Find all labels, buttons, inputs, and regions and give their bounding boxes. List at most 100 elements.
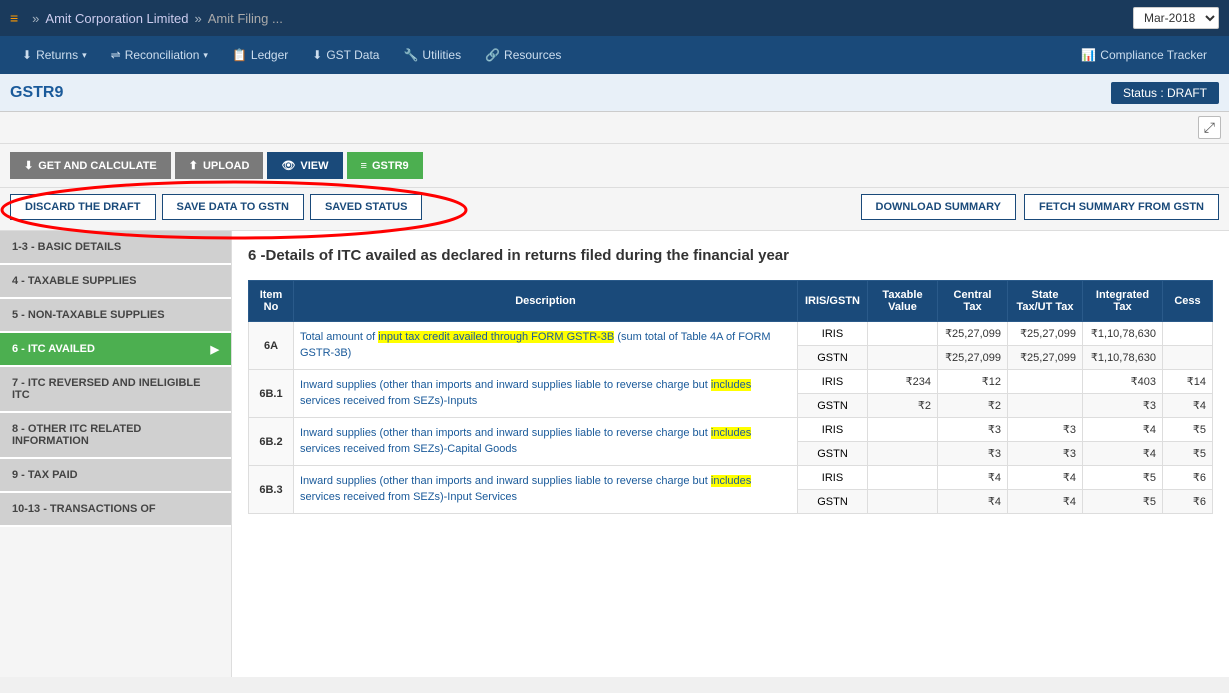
cell-gstn-6b3: GSTN bbox=[798, 490, 868, 514]
cell-cess-6b2-gstn: ₹5 bbox=[1163, 442, 1213, 466]
cell-item-6a: 6A bbox=[249, 322, 294, 370]
sidebar-item-itc-reversed[interactable]: 7 - ITC REVERSED AND INELIGIBLE ITC bbox=[0, 367, 231, 413]
cell-cess-6a-gstn bbox=[1163, 346, 1213, 370]
returns-arrow-icon: ▾ bbox=[82, 50, 87, 61]
nav-gst-data[interactable]: ⬇ GST Data bbox=[300, 40, 391, 70]
cell-integrated-6a-gstn: ₹1,10,78,630 bbox=[1083, 346, 1163, 370]
nav-returns-label: Returns bbox=[36, 48, 78, 62]
sidebar-item-other-itc[interactable]: 8 - OTHER ITC RELATED INFORMATION bbox=[0, 413, 231, 459]
sidebar-item-basic-details[interactable]: 1-3 - BASIC DETAILS bbox=[0, 231, 231, 265]
cell-taxable-6b3-iris bbox=[868, 466, 938, 490]
action-row1: ⬇ GET AND CALCULATE ⬆ UPLOAD 👁 VIEW ≡ GS… bbox=[0, 144, 1229, 188]
cell-iris-6b1: IRIS bbox=[798, 370, 868, 394]
section-title: 6 -Details of ITC availed as declared in… bbox=[248, 247, 1213, 264]
chart-icon: 📊 bbox=[1081, 48, 1096, 62]
gst-data-icon: ⬇ bbox=[312, 48, 322, 62]
cell-central-6a-gstn: ₹25,27,099 bbox=[938, 346, 1008, 370]
cell-gstn-6a: GSTN bbox=[798, 346, 868, 370]
sidebar-item-tax-paid[interactable]: 9 - TAX PAID bbox=[0, 459, 231, 493]
sidebar-item-non-taxable[interactable]: 5 - NON-TAXABLE SUPPLIES bbox=[0, 299, 231, 333]
cell-desc-6b3: Inward supplies (other than imports and … bbox=[294, 466, 798, 514]
cell-iris-6a: IRIS bbox=[798, 322, 868, 346]
nav-utilities-label: Utilities bbox=[422, 48, 461, 62]
oval-button-group: DISCARD THE DRAFT SAVE DATA TO GSTN SAVE… bbox=[10, 194, 422, 220]
table-row: 6A Total amount of input tax credit avai… bbox=[249, 322, 1213, 346]
sidebar: 1-3 - BASIC DETAILS 4 - TAXABLE SUPPLIES… bbox=[0, 231, 232, 677]
cell-integrated-6b3-iris: ₹5 bbox=[1083, 466, 1163, 490]
cell-taxable-6b2-gstn bbox=[868, 442, 938, 466]
gstr9-button[interactable]: ≡ GSTR9 bbox=[347, 152, 423, 179]
saved-status-button[interactable]: SAVED STATUS bbox=[310, 194, 423, 220]
cell-gstn-6b2: GSTN bbox=[798, 442, 868, 466]
table-row: 6B.3 Inward supplies (other than imports… bbox=[249, 466, 1213, 490]
right-action-buttons: DOWNLOAD SUMMARY FETCH SUMMARY FROM GSTN bbox=[861, 194, 1219, 220]
nav-ledger[interactable]: 📋 Ledger bbox=[220, 40, 300, 70]
fetch-summary-button[interactable]: FETCH SUMMARY FROM GSTN bbox=[1024, 194, 1219, 220]
cell-central-6b1-iris: ₹12 bbox=[938, 370, 1008, 394]
cell-integrated-6b1-iris: ₹403 bbox=[1083, 370, 1163, 394]
cell-integrated-6b2-gstn: ₹4 bbox=[1083, 442, 1163, 466]
cell-cess-6b2-iris: ₹5 bbox=[1163, 418, 1213, 442]
cell-desc-6b1: Inward supplies (other than imports and … bbox=[294, 370, 798, 418]
cell-central-6b3-iris: ₹4 bbox=[938, 466, 1008, 490]
content-area: 6 -Details of ITC availed as declared in… bbox=[232, 231, 1229, 677]
table-row: 6B.1 Inward supplies (other than imports… bbox=[249, 370, 1213, 394]
cell-central-6b1-gstn: ₹2 bbox=[938, 394, 1008, 418]
gstr9-title: GSTR9 bbox=[10, 84, 63, 102]
nav-reconciliation-label: Reconciliation bbox=[125, 48, 200, 62]
expand-icon[interactable]: ⤢ bbox=[1198, 116, 1221, 139]
nav-resources[interactable]: 🔗 Resources bbox=[473, 40, 573, 70]
get-calculate-button[interactable]: ⬇ GET AND CALCULATE bbox=[10, 152, 171, 179]
action-row2: DISCARD THE DRAFT SAVE DATA TO GSTN SAVE… bbox=[0, 188, 1229, 231]
sidebar-item-itc-availed[interactable]: 6 - ITC AVAILED ▶ bbox=[0, 333, 231, 367]
active-arrow-icon: ▶ bbox=[211, 343, 219, 356]
cell-central-6b2-iris: ₹3 bbox=[938, 418, 1008, 442]
table-row: 6B.2 Inward supplies (other than imports… bbox=[249, 418, 1213, 442]
nav-utilities[interactable]: 🔧 Utilities bbox=[391, 40, 473, 70]
th-cess: Cess bbox=[1163, 281, 1213, 322]
nav-resources-label: Resources bbox=[504, 48, 561, 62]
discard-draft-button[interactable]: DISCARD THE DRAFT bbox=[10, 194, 156, 220]
sidebar-item-transactions[interactable]: 10-13 - TRANSACTIONS OF bbox=[0, 493, 231, 527]
cell-item-6b2: 6B.2 bbox=[249, 418, 294, 466]
cell-state-6a-iris: ₹25,27,099 bbox=[1008, 322, 1083, 346]
utilities-icon: 🔧 bbox=[403, 48, 418, 62]
cell-integrated-6a-iris: ₹1,10,78,630 bbox=[1083, 322, 1163, 346]
main-layout: 1-3 - BASIC DETAILS 4 - TAXABLE SUPPLIES… bbox=[0, 231, 1229, 677]
cell-central-6b2-gstn: ₹3 bbox=[938, 442, 1008, 466]
period-selector[interactable]: Mar-2018 Feb-2018 Jan-2018 bbox=[1133, 7, 1219, 29]
cell-taxable-6a-gstn bbox=[868, 346, 938, 370]
ledger-icon: 📋 bbox=[232, 48, 247, 62]
cell-taxable-6b2-iris bbox=[868, 418, 938, 442]
th-taxable-value: Taxable Value bbox=[868, 281, 938, 322]
cell-taxable-6b3-gstn bbox=[868, 490, 938, 514]
cell-gstn-6b1: GSTN bbox=[798, 394, 868, 418]
nav-returns[interactable]: ⬇ Returns ▾ bbox=[10, 40, 99, 70]
cell-state-6b3-gstn: ₹4 bbox=[1008, 490, 1083, 514]
nav-ledger-label: Ledger bbox=[251, 48, 288, 62]
sep2: » bbox=[194, 11, 201, 26]
cell-integrated-6b2-iris: ₹4 bbox=[1083, 418, 1163, 442]
nav-gst-data-label: GST Data bbox=[326, 48, 379, 62]
cell-iris-6b3: IRIS bbox=[798, 466, 868, 490]
cell-taxable-6a-iris bbox=[868, 322, 938, 346]
upload-button[interactable]: ⬆ UPLOAD bbox=[175, 152, 264, 179]
view-button[interactable]: 👁 VIEW bbox=[267, 152, 342, 179]
save-data-gstn-button[interactable]: SAVE DATA TO GSTN bbox=[162, 194, 304, 220]
cell-integrated-6b3-gstn: ₹5 bbox=[1083, 490, 1163, 514]
cell-cess-6b1-iris: ₹14 bbox=[1163, 370, 1213, 394]
cell-state-6b1-iris bbox=[1008, 370, 1083, 394]
list-icon: ≡ bbox=[361, 160, 367, 172]
download-icon: ⬇ bbox=[24, 159, 33, 172]
nav-compliance-tracker[interactable]: 📊 Compliance Tracker bbox=[1069, 40, 1219, 70]
download-summary-button[interactable]: DOWNLOAD SUMMARY bbox=[861, 194, 1016, 220]
cell-cess-6b1-gstn: ₹4 bbox=[1163, 394, 1213, 418]
compliance-tracker-label: Compliance Tracker bbox=[1100, 48, 1207, 62]
logo-icon: ≡ bbox=[10, 10, 18, 26]
nav-reconciliation[interactable]: ⇌ Reconciliation ▾ bbox=[99, 40, 220, 70]
th-iris-gstn: IRIS/GSTN bbox=[798, 281, 868, 322]
th-item-no: Item No bbox=[249, 281, 294, 322]
th-description: Description bbox=[294, 281, 798, 322]
cell-state-6b2-gstn: ₹3 bbox=[1008, 442, 1083, 466]
sidebar-item-taxable-supplies[interactable]: 4 - TAXABLE SUPPLIES bbox=[0, 265, 231, 299]
